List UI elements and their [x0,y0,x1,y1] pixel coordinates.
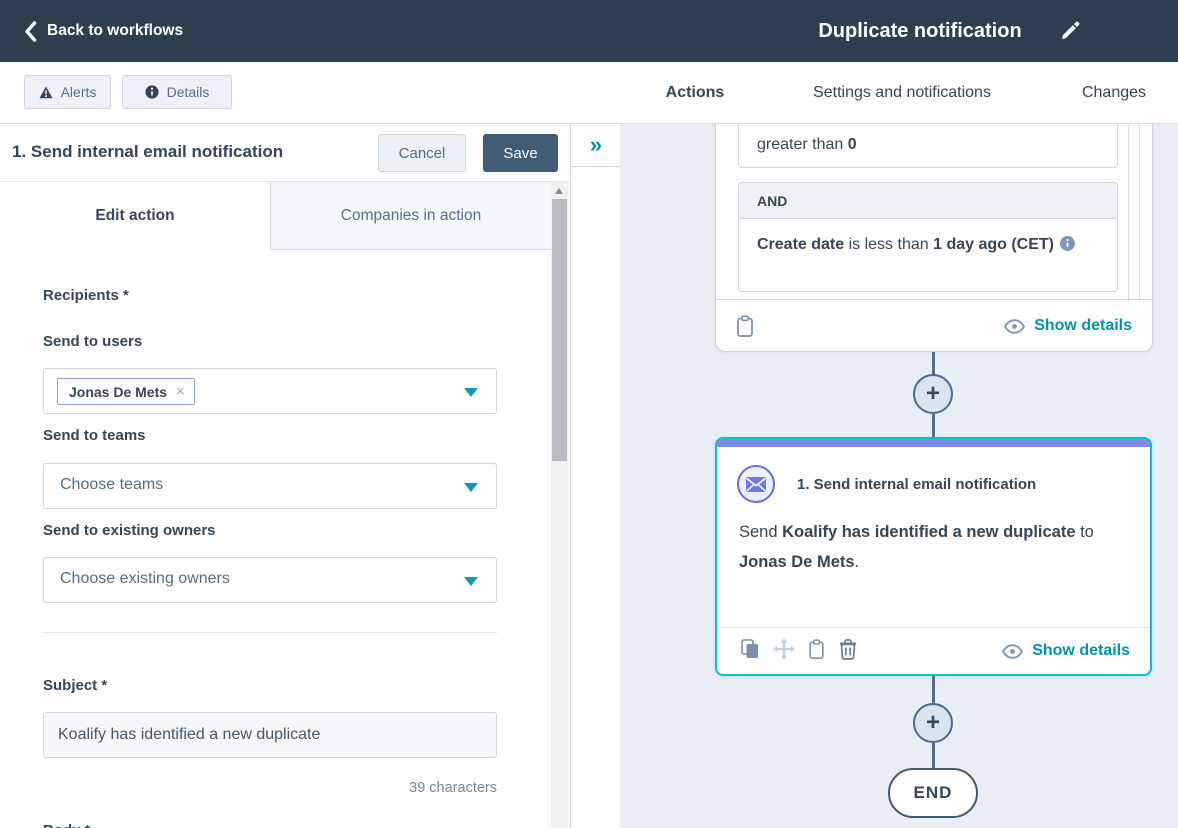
tab-actions[interactable]: Actions [620,62,770,123]
character-count: 39 characters [43,780,497,796]
connector-line [932,743,935,768]
subject-label: Subject * [43,677,107,694]
send-to-users-label: Send to users [43,333,142,350]
send-to-users-select[interactable]: Jonas De Mets × [43,368,497,414]
user-chip: Jonas De Mets × [57,378,195,405]
condition-2-text: Create date is less than 1 day ago (CET) [757,231,1101,258]
send-to-teams-select[interactable]: Choose teams [43,463,497,509]
clipboard-icon[interactable] [736,315,754,338]
action-type-color-strip [717,439,1150,447]
copy-icon[interactable] [741,639,759,659]
double-chevron-right-icon: » [590,132,602,158]
plus-icon: + [926,711,940,735]
condition-1-text: greater than 0 [757,136,857,154]
alerts-button[interactable]: Alerts [24,75,111,109]
show-details-link[interactable]: Show details [1002,627,1130,675]
connector-line [932,676,935,703]
owners-placeholder: Choose existing owners [60,570,230,588]
section-divider [43,632,497,633]
eye-icon [1002,644,1023,659]
connector-line [932,352,935,376]
workflow-canvas[interactable]: greater than 0 AND Create date is less t… [620,124,1178,828]
back-label: Back to workflows [47,22,183,40]
details-label: Details [167,84,210,100]
condition-card-footer: Show details [716,299,1152,351]
card-scrollbar[interactable] [1128,125,1140,301]
action-card-send-email[interactable]: 1. Send internal email notification Send… [715,437,1152,676]
chevron-down-icon[interactable] [464,483,478,492]
envelope-icon [746,477,766,492]
show-details-label: Show details [1034,317,1132,335]
details-button[interactable]: Details [122,75,232,109]
send-to-owners-label: Send to existing owners [43,522,216,539]
workflow-editor: Back to workflows Duplicate notification… [0,0,1178,828]
clipboard-icon[interactable] [808,639,825,660]
tab-companies-in-action[interactable]: Companies in action [270,182,551,250]
move-icon[interactable] [773,638,795,660]
panel-tabs: Edit action Companies in action [0,182,551,250]
teams-placeholder: Choose teams [60,476,163,494]
panel-header: 1. Send internal email notification Canc… [0,124,570,182]
tab-changes[interactable]: Changes [1062,62,1166,123]
chip-remove-icon[interactable]: × [176,384,185,399]
save-button[interactable]: Save [483,134,558,172]
add-action-button[interactable]: + [913,703,953,743]
tab-settings-and-notifications[interactable]: Settings and notifications [786,62,1018,123]
eye-icon [1004,319,1025,334]
scrollbar-up-arrow-icon[interactable] [555,188,563,194]
end-label: END [914,783,953,803]
show-details-link[interactable]: Show details [1004,300,1132,352]
chevron-down-icon[interactable] [464,388,478,397]
show-details-label: Show details [1032,642,1130,660]
back-chevron-icon [24,21,37,42]
edit-title-pencil-icon[interactable] [1060,20,1081,41]
recipients-label: Recipients * [43,287,129,304]
alerts-label: Alerts [61,84,97,100]
info-icon [145,85,159,99]
action-card-title: 1. Send internal email notification [797,476,1036,493]
action-edit-panel: 1. Send internal email notification Canc… [0,124,570,828]
panel-scrollbar[interactable] [551,182,568,828]
email-action-badge [737,465,775,503]
panel-title: 1. Send internal email notification [12,142,283,162]
top-nav: Back to workflows Duplicate notification [0,0,1178,62]
and-operator-label: AND [739,183,1117,219]
back-to-workflows-link[interactable]: Back to workflows [24,0,183,62]
plus-icon: + [926,382,940,406]
workflow-end-node[interactable]: END [888,768,978,818]
condition-box-1: greater than 0 [738,124,1118,168]
add-action-button[interactable]: + [913,374,953,414]
condition-box-2: AND Create date is less than 1 day ago (… [738,182,1118,292]
info-icon[interactable] [1060,236,1075,251]
panel-collapse-strip: » [570,124,620,828]
chevron-down-icon[interactable] [464,577,478,586]
toolbar: Alerts Details Actions Settings and noti… [0,62,1178,124]
subject-input[interactable] [43,712,497,758]
enrollment-trigger-card[interactable]: greater than 0 AND Create date is less t… [715,124,1153,352]
send-to-owners-select[interactable]: Choose existing owners [43,557,497,603]
tab-edit-action[interactable]: Edit action [0,182,270,250]
send-to-teams-label: Send to teams [43,427,146,444]
scrollbar-thumb[interactable] [552,199,567,461]
user-chip-label: Jonas De Mets [69,384,167,400]
body-label-partial: Body * [43,822,91,828]
connector-line [932,414,935,437]
workflow-title: Duplicate notification [760,0,1080,62]
collapse-panel-button[interactable]: » [571,124,621,167]
trash-icon[interactable] [839,639,857,660]
cancel-button[interactable]: Cancel [378,134,466,172]
action-card-summary: Send Koalify has identified a new duplic… [739,517,1133,577]
warning-icon [39,86,53,99]
